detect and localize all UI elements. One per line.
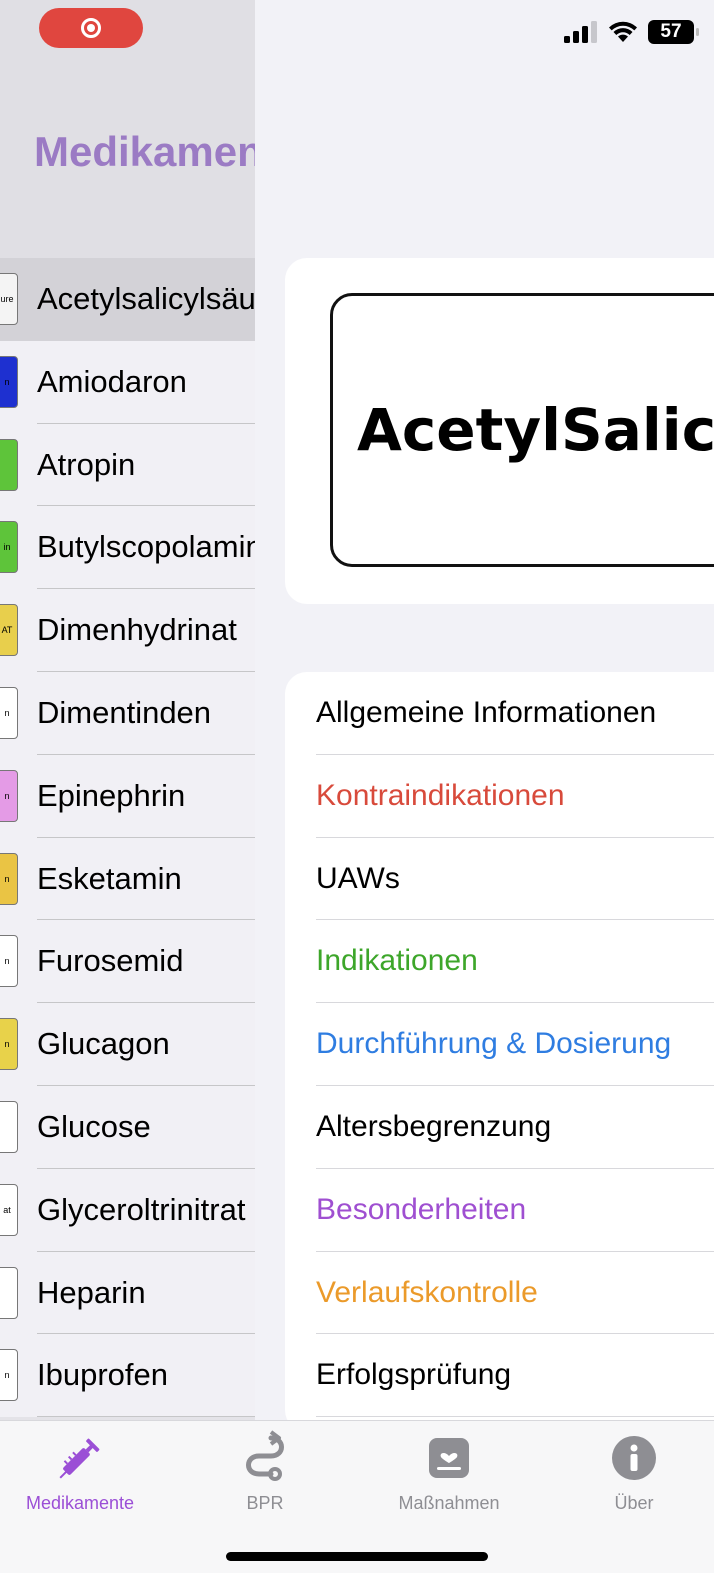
list-item-label: Esketamin	[37, 860, 182, 896]
section-row[interactable]: Allgemeine Informationen	[285, 672, 714, 755]
tab-massnahmen[interactable]: Maßnahmen	[369, 1429, 529, 1514]
list-item-label: Atropin	[37, 446, 136, 482]
drug-thumbnail	[0, 438, 18, 491]
record-icon	[81, 18, 101, 38]
drug-label-image: AcetylSalicylsäure	[330, 293, 714, 567]
drug-thumbnail: ure	[0, 273, 18, 325]
page-title: Medikamente	[34, 128, 255, 175]
tab-bar: Medikamente BPR Maßnahmen Über	[0, 1420, 714, 1573]
drug-thumbnail: n	[0, 1018, 18, 1071]
list-item[interactable]: in Butylscopolamin	[0, 506, 255, 590]
list-item[interactable]: Glucose	[0, 1085, 255, 1169]
detail-pane: 57 AcetylSalicylsäure Allgemeine Informa…	[255, 0, 714, 1420]
sidebar-header: Medikamente	[0, 0, 255, 258]
list-item[interactable]: n Furosemid	[0, 920, 255, 1004]
syringe-icon	[59, 1438, 100, 1479]
divider	[316, 1416, 714, 1418]
list-item-label: Glyceroltrinitrat	[37, 1191, 246, 1227]
list-item[interactable]: n Ibuprofen	[0, 1334, 255, 1418]
heart-clipboard-icon	[429, 1438, 469, 1478]
drug-image-card: AcetylSalicylsäure	[285, 258, 714, 604]
tab-label: Über	[614, 1493, 654, 1513]
list-item[interactable]: AT Dimenhydrinat	[0, 589, 255, 672]
drug-thumbnail	[0, 1100, 18, 1153]
list-item[interactable]: n Amiodaron	[0, 340, 255, 424]
status-bar: 57	[564, 20, 699, 44]
list-item-label: Acetylsalicylsäure	[37, 281, 255, 316]
section-label: UAWs	[316, 861, 400, 895]
section-label: Erfolgsprüfung	[316, 1358, 512, 1392]
screen-recording-indicator[interactable]	[39, 8, 143, 48]
list-item[interactable]: n Glucagon	[0, 1003, 255, 1086]
list-item-label: Glucose	[37, 1108, 151, 1144]
list-item-label: Glucagon	[37, 1026, 170, 1062]
list-item[interactable]: Atropin	[0, 423, 255, 507]
list-item-label: Ibuprofen	[37, 1357, 168, 1393]
tab-bpr[interactable]: BPR	[185, 1429, 345, 1514]
drug-thumbnail: n	[0, 769, 18, 822]
section-label: Altersbegrenzung	[316, 1109, 552, 1143]
list-item-label: Butylscopolamin	[37, 529, 255, 565]
battery-icon: 57	[648, 20, 699, 44]
list-item[interactable]: Heparin	[0, 1251, 255, 1335]
list-item-label: Dimentinden	[37, 694, 212, 730]
drug-thumbnail: n	[0, 935, 18, 988]
drug-list: ure Acetylsalicylsäure n Amiodaron Atropin in…	[0, 258, 255, 1418]
route-icon	[246, 1430, 284, 1481]
drug-thumbnail	[0, 1266, 18, 1319]
section-row[interactable]: Altersbegrenzung	[285, 1086, 714, 1169]
list-item-label: Epinephrin	[37, 777, 186, 813]
drug-thumbnail: n	[0, 1349, 18, 1402]
list-item[interactable]: at Glyceroltrinitrat	[0, 1168, 255, 1252]
list-item-label: Furosemid	[37, 943, 184, 979]
home-indicator	[226, 1552, 488, 1561]
section-label: Besonderheiten	[316, 1192, 527, 1226]
tab-ueber[interactable]: Über	[554, 1429, 714, 1514]
info-icon	[612, 1436, 656, 1480]
list-item-label: Amiodaron	[37, 363, 187, 399]
section-label: Durchführung & Dosierung	[316, 1027, 672, 1061]
tab-label: Maßnahmen	[398, 1493, 500, 1513]
section-row[interactable]: Kontraindikationen	[285, 755, 714, 838]
tab-label: BPR	[246, 1493, 284, 1513]
section-row[interactable]: Durchführung & Dosierung	[285, 1003, 714, 1086]
section-row[interactable]: UAWs	[285, 838, 714, 921]
section-row[interactable]: Verlaufskontrolle	[285, 1252, 714, 1335]
divider	[37, 1416, 255, 1418]
wifi-icon	[609, 21, 637, 42]
sidebar: Medikamente ure Acetylsalicylsäure n Amioda…	[0, 0, 255, 1420]
list-item[interactable]: n Epinephrin	[0, 754, 255, 838]
section-label: Verlaufskontrolle	[316, 1275, 538, 1309]
section-row[interactable]: Besonderheiten	[285, 1169, 714, 1252]
section-label: Indikationen	[316, 944, 478, 978]
list-item[interactable]: n Dimentinden	[0, 671, 255, 755]
drug-thumbnail: n	[0, 355, 18, 408]
section-list: Allgemeine Informationen Kontraindikation…	[285, 672, 714, 1420]
list-item-label: Dimenhydrinat	[37, 612, 237, 648]
drug-thumbnail: at	[0, 1183, 18, 1236]
tab-medikamente[interactable]: Medikamente	[0, 1429, 160, 1514]
list-item-label: Heparin	[37, 1274, 146, 1310]
section-row[interactable]: Indikationen	[285, 920, 714, 1004]
list-item[interactable]: n Esketamin	[0, 837, 255, 921]
tab-label: Medikamente	[25, 1493, 135, 1513]
list-item[interactable]: ure Acetylsalicylsäure	[0, 258, 255, 341]
drug-thumbnail: n	[0, 686, 18, 739]
drug-thumbnail: n	[0, 852, 18, 905]
cellular-signal-icon	[564, 21, 597, 43]
section-row[interactable]: Erfolgsprüfung	[285, 1334, 714, 1418]
drug-label-text: AcetylSalicylsäure	[357, 396, 714, 464]
section-label: Kontraindikationen	[316, 778, 565, 812]
drug-thumbnail: in	[0, 521, 18, 574]
drug-thumbnail: AT	[0, 604, 18, 657]
section-label: Allgemeine Informationen	[316, 696, 657, 729]
